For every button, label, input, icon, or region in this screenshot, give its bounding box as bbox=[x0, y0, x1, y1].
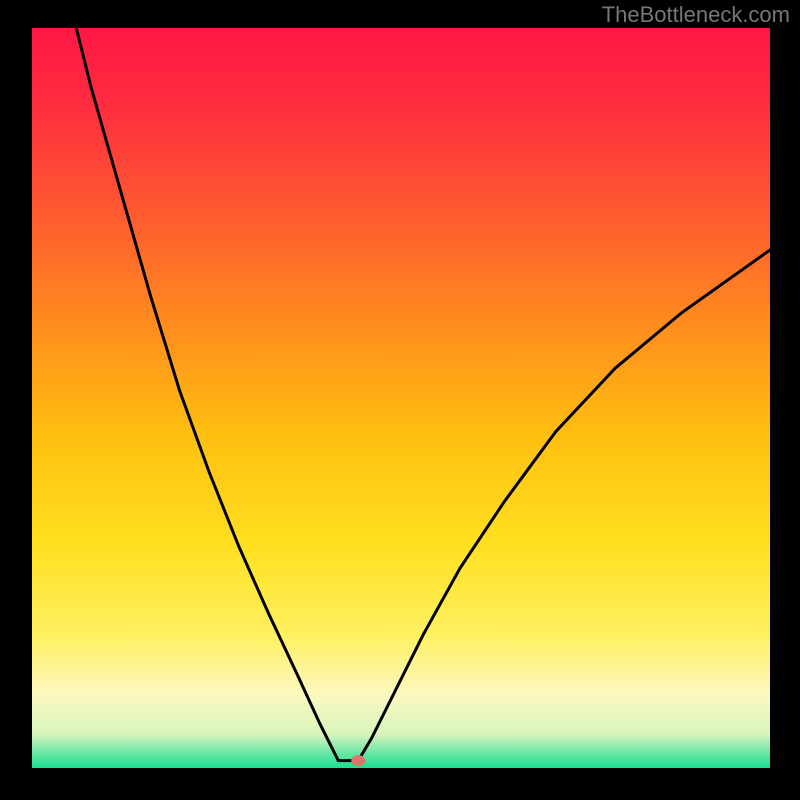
chart-svg bbox=[0, 0, 800, 800]
optimal-point-marker bbox=[351, 755, 365, 766]
watermark-text: TheBottleneck.com bbox=[602, 2, 790, 28]
chart-background bbox=[32, 28, 770, 768]
bottleneck-chart: TheBottleneck.com bbox=[0, 0, 800, 800]
